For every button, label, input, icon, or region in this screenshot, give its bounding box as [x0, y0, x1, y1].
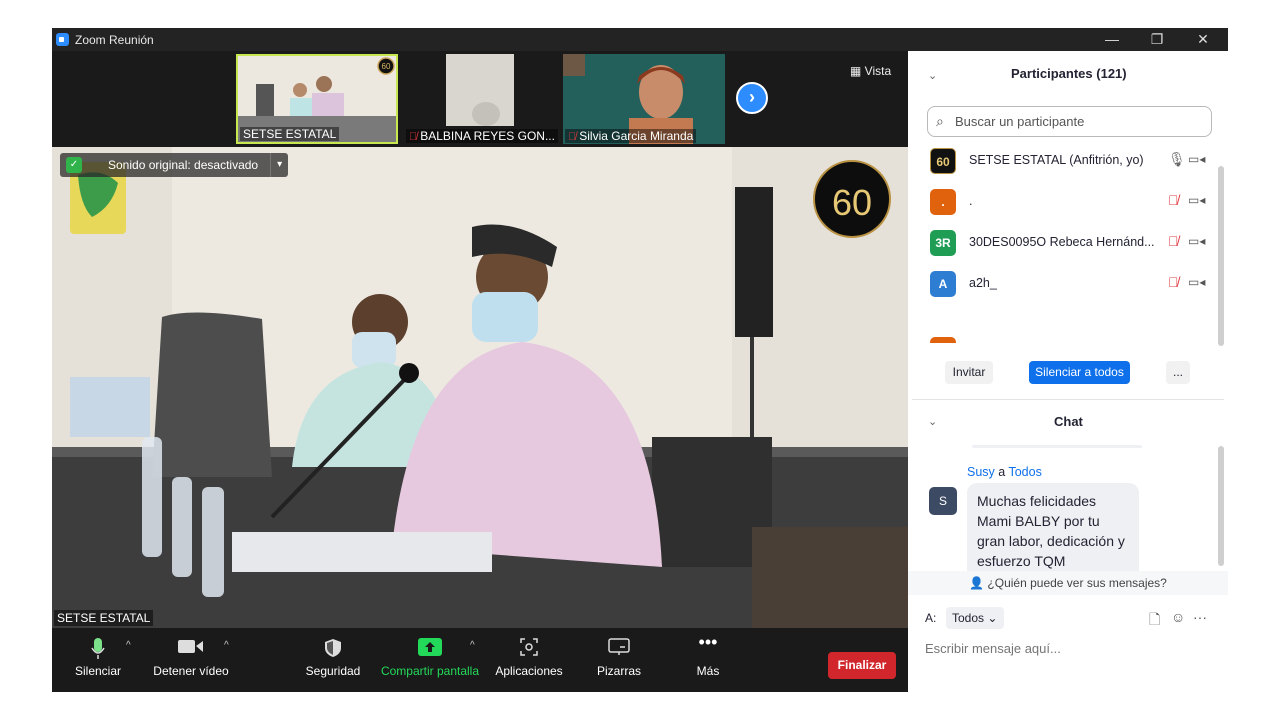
participant-row[interactable]: 3R 30DES0095O Rebeca Hernánd... 🎙̸ ▭◂ — [930, 228, 1215, 258]
muted-microphone-icon[interactable]: 🎙̸ — [1168, 233, 1179, 249]
collapse-chat-chevron-icon[interactable]: ⌄ — [928, 415, 937, 428]
zoom-window: Zoom Reunión — ❐ ✕ 60 SETSE ESTATAL 🎙̸ B… — [52, 28, 1228, 692]
whiteboard-icon — [592, 628, 646, 664]
title-bar: Zoom Reunión — ❐ ✕ — [52, 28, 1228, 51]
thumb-label-setse: SETSE ESTATAL — [240, 127, 340, 141]
end-meeting-button[interactable]: Finalizar — [828, 652, 896, 679]
video-camera-icon[interactable]: ▭◂ — [1188, 275, 1205, 289]
mute-button[interactable]: Silenciar — [70, 628, 126, 692]
emoji-icon[interactable]: ☺ — [1171, 609, 1185, 625]
muted-mic-icon: 🎙̸ — [568, 131, 577, 143]
share-options-caret[interactable]: ^ — [470, 640, 475, 651]
mute-all-button[interactable]: Silenciar a todos — [1029, 361, 1130, 384]
collapse-participants-chevron-icon[interactable]: ⌄ — [928, 69, 937, 82]
more-button[interactable]: ••• Más — [682, 628, 734, 692]
video-thumb-setse[interactable]: 60 SETSE ESTATAL — [236, 54, 398, 144]
original-sound-label: Sonido original: desactivado — [108, 158, 259, 172]
file-icon[interactable]: 🗋 — [1149, 609, 1160, 633]
next-page-button[interactable]: › — [736, 82, 768, 114]
zoom-app-icon — [56, 33, 69, 46]
video-thumb-silvia[interactable]: 🎙̸ Silvia Garcia Miranda — [563, 54, 725, 144]
video-camera-icon[interactable]: ▭◂ — [1188, 152, 1205, 166]
search-icon: ⌕ — [936, 113, 944, 129]
stop-video-button[interactable]: Detener vídeo — [152, 628, 230, 692]
chat-sender-name[interactable]: Susy — [967, 465, 995, 479]
chat-title: Chat — [1054, 414, 1083, 429]
muted-microphone-icon[interactable]: 🎙̸ — [1168, 192, 1179, 208]
chat-avatar: S — [929, 487, 957, 515]
speaker-name-label: SETSE ESTATAL — [54, 610, 154, 626]
sixty-logo-text: 60 — [832, 182, 872, 223]
chat-recipient-select[interactable]: Todos ⌄ — [946, 607, 1004, 629]
participant-row[interactable]: . . 🎙̸ ▭◂ — [930, 187, 1215, 217]
chevron-down-icon: ⌄ — [987, 611, 998, 625]
participants-more-button[interactable]: ... — [1166, 361, 1190, 384]
participant-name: 30DES0095O Rebeca Hernánd... — [969, 235, 1155, 249]
participant-name: . — [969, 194, 973, 208]
restore-button[interactable]: ❐ — [1134, 28, 1180, 51]
chat-message-input[interactable] — [925, 641, 1215, 656]
shield-check-icon: ✓ — [66, 157, 82, 173]
chat-scrollbar[interactable] — [1218, 446, 1224, 566]
participant-avatar: 3R — [930, 230, 956, 256]
window-title: Zoom Reunión — [75, 33, 154, 47]
muted-microphone-icon[interactable]: 🎙̸ — [1168, 274, 1179, 290]
participant-avatar: . — [930, 189, 956, 215]
video-camera-icon[interactable]: ▭◂ — [1188, 193, 1205, 207]
participant-row[interactable]: 60 SETSE ESTATAL (Anfitrión, yo) 🎙 ▭◂ — [930, 146, 1215, 176]
chat-to-label: A: — [925, 611, 937, 625]
close-button[interactable]: ✕ — [1180, 28, 1226, 51]
share-screen-button[interactable]: Compartir pantalla — [378, 628, 482, 692]
video-thumbnail-strip: 60 SETSE ESTATAL 🎙̸ BALBINA REYES GON... … — [52, 51, 908, 147]
section-divider — [912, 399, 1224, 400]
chat-recipient[interactable]: Todos — [1008, 465, 1041, 479]
chat-message-bubble: Muchas felicidades Mami BALBY por tu gra… — [967, 483, 1139, 579]
participants-title: Participantes (121) — [1011, 66, 1127, 81]
apps-icon — [492, 628, 566, 664]
apps-button[interactable]: Aplicaciones — [492, 628, 566, 692]
video-thumb-balbina[interactable]: 🎙̸ BALBINA REYES GON... — [404, 54, 568, 144]
original-sound-toggle[interactable]: ✓ Sonido original: desactivado ▾ — [60, 153, 289, 177]
whiteboards-button[interactable]: Pizarras — [592, 628, 646, 692]
meeting-toolbar: Silenciar ^ Detener vídeo ^ Seguridad Co… — [52, 628, 908, 692]
participants-scrollbar[interactable] — [1218, 166, 1224, 346]
audio-options-caret[interactable]: ^ — [126, 640, 131, 651]
video-camera-icon — [152, 628, 230, 664]
chat-sender-line: Susy a Todos — [967, 465, 1042, 479]
chevron-down-icon[interactable]: ▾ — [270, 153, 288, 177]
view-button[interactable]: ▦ Vista — [850, 64, 891, 78]
more-dots-icon: ••• — [698, 632, 718, 652]
participant-row-partial — [930, 337, 956, 343]
participant-avatar: A — [930, 271, 956, 297]
microphone-icon — [70, 628, 126, 664]
more-options-icon[interactable]: ··· — [1193, 609, 1207, 625]
shield-icon — [302, 628, 364, 664]
active-speaker-video: 60 ✓ Sonido original: desactivado ▾ SETS… — [52, 147, 908, 628]
participant-row[interactable]: A a2h_ 🎙̸ ▭◂ — [930, 269, 1215, 299]
chat-connector: a — [998, 465, 1006, 479]
svg-text:60: 60 — [382, 62, 391, 71]
who-can-see-link[interactable]: 👤 ¿Quién puede ver sus mensajes? — [908, 571, 1228, 595]
invite-button[interactable]: Invitar — [945, 361, 993, 384]
video-camera-icon[interactable]: ▭◂ — [1188, 234, 1205, 248]
security-button[interactable]: Seguridad — [302, 628, 364, 692]
participant-name: SETSE ESTATAL (Anfitrión, yo) — [969, 153, 1144, 167]
grid-icon: ▦ — [850, 64, 865, 78]
search-placeholder: Buscar un participante — [955, 114, 1085, 129]
thumb-label-balbina: 🎙̸ BALBINA REYES GON... — [406, 129, 558, 143]
participant-avatar: 60 — [930, 148, 956, 174]
muted-mic-icon: 🎙̸ — [409, 131, 418, 143]
participant-search-input[interactable]: ⌕ Buscar un participante — [927, 106, 1212, 137]
minimize-button[interactable]: — — [1089, 28, 1135, 51]
person-lock-icon: 👤 — [969, 576, 988, 590]
meeting-room-scene: 60 — [52, 147, 908, 628]
previous-message-edge — [972, 445, 1142, 448]
thumb-label-silvia: 🎙̸ Silvia Garcia Miranda — [565, 129, 697, 143]
side-panel: ⌄ Participantes (121) ⌕ Buscar un partic… — [908, 51, 1228, 692]
share-arrow-icon — [378, 628, 482, 664]
video-options-caret[interactable]: ^ — [224, 640, 229, 651]
microphone-icon[interactable]: 🎙 — [1168, 151, 1186, 168]
participant-name: a2h_ — [969, 276, 997, 290]
